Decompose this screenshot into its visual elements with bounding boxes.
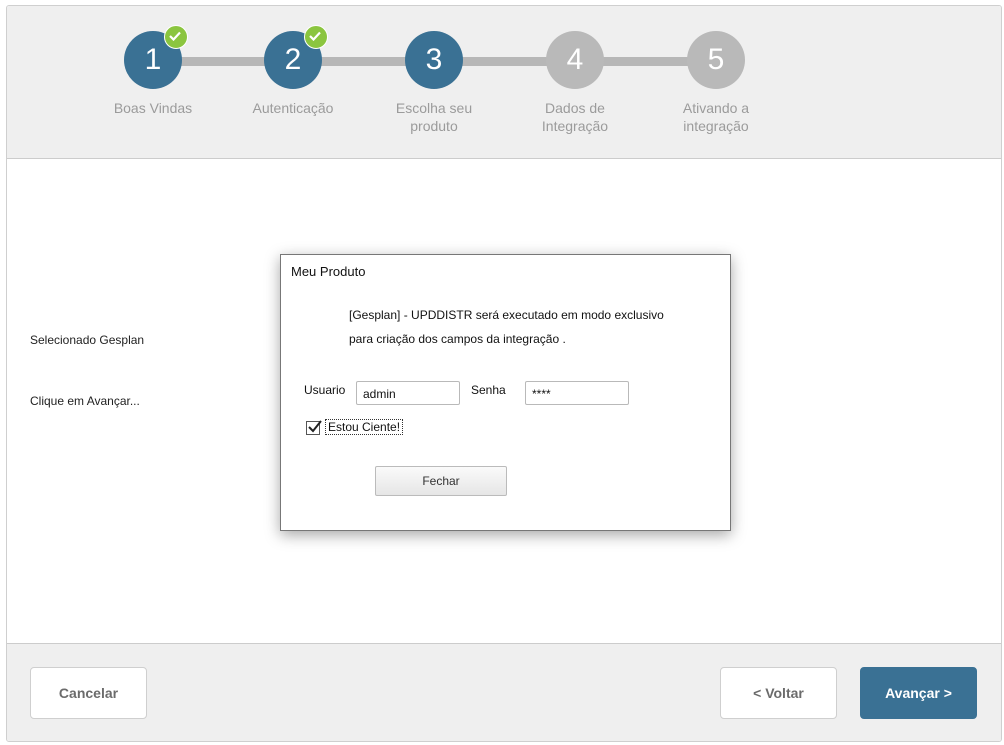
step-dados-integracao: 4 Dados de Integração: [505, 31, 645, 135]
password-input[interactable]: ****: [525, 381, 629, 405]
step-number: 1: [144, 43, 162, 76]
step-circle: 5: [687, 31, 745, 89]
check-icon: [304, 25, 328, 49]
step-label: Ativando a integração: [682, 100, 750, 134]
checkmark-icon: [308, 420, 322, 433]
user-input[interactable]: admin: [356, 381, 460, 405]
cancel-button[interactable]: Cancelar: [30, 667, 147, 719]
step-number: 3: [425, 43, 443, 76]
dialog-title: Meu Produto: [291, 264, 366, 279]
instruction-text: Clique em Avançar...: [30, 394, 140, 408]
acknowledge-checkbox[interactable]: [306, 420, 322, 435]
step-circle: 1: [124, 25, 188, 89]
dialog-message-line2: para criação dos campos da integração .: [349, 332, 566, 346]
user-label: Usuario: [304, 383, 346, 397]
step-label: Boas Vindas: [113, 100, 193, 116]
step-number: 2: [284, 43, 302, 76]
acknowledge-label[interactable]: Estou Ciente!: [325, 419, 404, 435]
close-button[interactable]: Fechar: [375, 466, 507, 496]
step-escolha-produto: 3 Escolha seu produto: [364, 31, 504, 135]
password-label: Senha: [471, 383, 506, 397]
step-number: 5: [707, 43, 725, 76]
wizard-footer: Cancelar < Voltar Avançar >: [7, 643, 1001, 741]
step-autenticacao: 2 Autenticação: [223, 25, 363, 117]
step-label: Escolha seu produto: [395, 100, 473, 134]
step-label: Autenticação: [252, 100, 334, 116]
step-circle: 3: [405, 31, 463, 89]
step-circle: 4: [546, 31, 604, 89]
step-label: Dados de Integração: [541, 100, 609, 134]
dialog-message-line1: [Gesplan] - UPDDISTR será executado em m…: [349, 308, 664, 322]
step-number: 4: [566, 43, 584, 76]
next-button[interactable]: Avançar >: [860, 667, 977, 719]
step-ativando-integracao: 5 Ativando a integração: [646, 31, 786, 135]
step-boas-vindas: 1 Boas Vindas: [83, 25, 223, 117]
product-dialog: Meu Produto [Gesplan] - UPDDISTR será ex…: [280, 254, 731, 531]
check-icon: [164, 25, 188, 49]
back-button[interactable]: < Voltar: [720, 667, 837, 719]
selected-product-text: Selecionado Gesplan: [30, 333, 145, 347]
step-circle: 2: [264, 25, 328, 89]
wizard-header: 1 Boas Vindas 2 Autenticação 3 Escolha s…: [7, 6, 1001, 159]
wizard-window: 1 Boas Vindas 2 Autenticação 3 Escolha s…: [6, 5, 1002, 742]
